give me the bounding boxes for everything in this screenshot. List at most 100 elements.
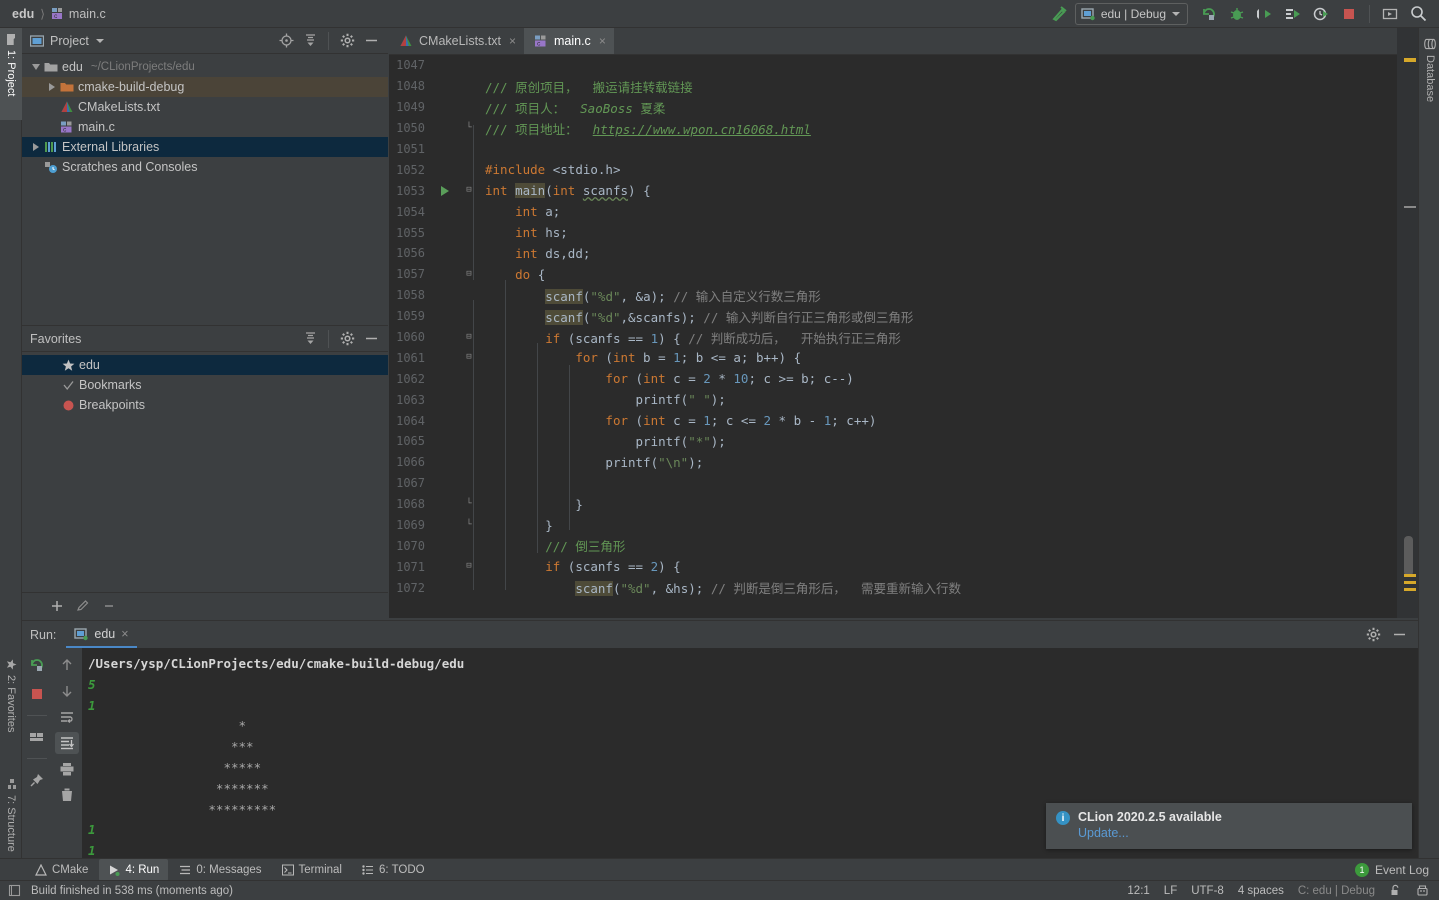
memory-icon[interactable] [8,884,21,897]
favorites-item-bookmarks[interactable]: Bookmarks [22,375,388,395]
sidebar-tab-project[interactable]: 1: Project [0,28,22,120]
run-configuration-selector[interactable]: edu | Debug [1074,2,1188,25]
file-encoding[interactable]: UTF-8 [1191,885,1224,897]
bottom-tab-cmake[interactable]: CMake [26,859,97,881]
code-line[interactable]: 1061 ⊟ for (int b = 1; b <= a; b++) { [389,347,1418,368]
code-line[interactable]: 1058 scanf("%d", &a); // 输入自定义行数三角形 [389,285,1418,306]
warning-marker[interactable] [1404,588,1416,591]
gear-icon[interactable] [1362,625,1384,645]
minimize-icon[interactable] [1388,625,1410,645]
code-line[interactable]: 1060 ⊟ if (scanfs == 1) { // 判断成功后， 开始执行正… [389,327,1418,348]
fold-end-icon[interactable]: └ [457,123,481,133]
remove-icon[interactable] [98,596,120,616]
minimize-icon[interactable] [360,329,382,349]
add-icon[interactable] [46,596,68,616]
fold-end-icon[interactable]: └ [457,499,481,509]
favorites-item-edu[interactable]: edu [22,355,388,375]
chevron-right-icon[interactable] [28,143,44,151]
clear-all-icon[interactable] [55,784,79,806]
fold-collapse-icon[interactable]: ⊟ [457,269,481,279]
code-line[interactable]: 1066 printf("\n"); [389,452,1418,473]
stop-icon[interactable] [25,683,49,705]
code-line[interactable]: 1047 [389,55,1418,76]
fold-collapse-icon[interactable]: ⊟ [457,353,481,362]
restore-layout-icon[interactable] [25,726,49,748]
rerun-icon[interactable] [25,654,49,676]
collapse-all-icon[interactable] [299,31,321,51]
sidebar-tab-database[interactable]: Database [1419,32,1439,137]
code-line[interactable]: 1056 int ds,dd; [389,243,1418,264]
caret-position[interactable]: 12:1 [1127,885,1149,897]
edit-icon[interactable] [72,596,94,616]
chevron-down-icon[interactable] [95,38,104,43]
fold-collapse-icon[interactable]: ⊟ [457,332,481,342]
bottom-tab-todo[interactable]: 6: TODO [353,859,434,881]
hammer-icon[interactable] [1047,2,1073,26]
breadcrumb-item-file[interactable]: c main.c [51,7,106,21]
editor-scrollbar[interactable] [1397,28,1418,618]
gear-icon[interactable] [336,329,358,349]
run-tab-edu[interactable]: edu × [66,621,137,648]
tree-node-external-libraries[interactable]: External Libraries [22,137,388,157]
run-gutter-icon[interactable] [441,185,449,196]
line-separator[interactable]: LF [1164,885,1177,897]
code-editor[interactable]: 1047 1048 /// 原创项目， 搬运请挂转载链接 1049 /// 项目人： S… [389,55,1418,618]
change-marker[interactable] [1404,206,1416,208]
code-line[interactable]: 1070 /// 倒三角形 [389,535,1418,556]
code-line[interactable]: 1057 ⊟ do { [389,264,1418,285]
search-icon[interactable] [1405,2,1431,26]
sidebar-tab-structure[interactable]: 7: Structure [0,773,22,869]
warning-marker[interactable] [1404,574,1416,577]
code-line[interactable]: 1052 #include <stdio.h> [389,159,1418,180]
run-with-coverage-icon[interactable] [1252,2,1278,26]
code-line[interactable]: 1054 int a; [389,201,1418,222]
project-tree[interactable]: edu ~/CLionProjects/edu cmake-build-debu… [22,54,388,323]
favorites-item-breakpoints[interactable]: Breakpoints [22,395,388,415]
inspection-icon[interactable] [1416,884,1429,897]
code-line[interactable]: 1059 scanf("%d",&scanfs); // 输入判断自行正三角形或… [389,306,1418,327]
code-line[interactable]: 1062 for (int c = 2 * 10; c >= b; c--) [389,368,1418,389]
code-line[interactable]: 1055 int hs; [389,222,1418,243]
chevron-down-icon[interactable] [28,64,44,70]
lock-icon[interactable] [1389,884,1402,897]
event-log-button[interactable]: Event Log [1375,863,1429,877]
locate-icon[interactable] [275,31,297,51]
indent-setting[interactable]: 4 spaces [1238,885,1284,897]
minimize-icon[interactable] [360,31,382,51]
collapse-all-icon[interactable] [299,329,321,349]
stop-icon[interactable] [1336,2,1362,26]
close-icon[interactable]: × [509,34,516,48]
code-line[interactable]: 1067 [389,473,1418,494]
code-line[interactable]: 1053 ⊟ int main(int scanfs) { [389,180,1418,201]
tree-node-cmakelists[interactable]: CMakeLists.txt [22,97,388,117]
debug-icon[interactable] [1224,2,1250,26]
notification-update-link[interactable]: Update... [1078,826,1222,840]
sidebar-tab-favorites[interactable]: 2: Favorites [0,653,22,748]
close-icon[interactable]: × [599,34,606,48]
tree-node-cmake-build-debug[interactable]: cmake-build-debug [22,77,388,97]
hide-window-icon[interactable] [1377,2,1403,26]
editor-tab-cmakelists[interactable]: CMakeLists.txt × [389,28,524,54]
attach-profiler-icon[interactable] [1308,2,1334,26]
pin-icon[interactable] [25,769,49,791]
scroll-up-icon[interactable] [55,654,79,676]
breadcrumb-item-project[interactable]: edu [12,7,34,21]
gear-icon[interactable] [336,31,358,51]
branch-indicator[interactable]: C: edu | Debug [1298,885,1375,897]
bottom-tab-run[interactable]: 4: Run [99,858,169,881]
close-icon[interactable]: × [121,627,128,641]
bottom-tab-messages[interactable]: 0: Messages [170,859,270,881]
warning-marker[interactable] [1404,58,1416,62]
code-line[interactable]: 1051 [389,139,1418,160]
fold-end-icon[interactable]: └ [457,520,481,530]
scroll-down-icon[interactable] [55,680,79,702]
code-line[interactable]: 1048 /// 原创项目， 搬运请挂转载链接 [389,76,1418,97]
warning-marker[interactable] [1404,581,1416,584]
tree-node-scratches[interactable]: Scratches and Consoles [22,157,388,177]
code-line[interactable]: 1050 └/// 项目地址： https://www.wpon.cn16068.… [389,118,1418,139]
print-icon[interactable] [55,758,79,780]
code-line[interactable]: 1068 └ } [389,494,1418,515]
tree-node-edu[interactable]: edu ~/CLionProjects/edu [22,57,388,77]
notification-balloon[interactable]: i CLion 2020.2.5 available Update... [1046,803,1412,849]
fold-collapse-icon[interactable]: ⊟ [457,562,481,571]
